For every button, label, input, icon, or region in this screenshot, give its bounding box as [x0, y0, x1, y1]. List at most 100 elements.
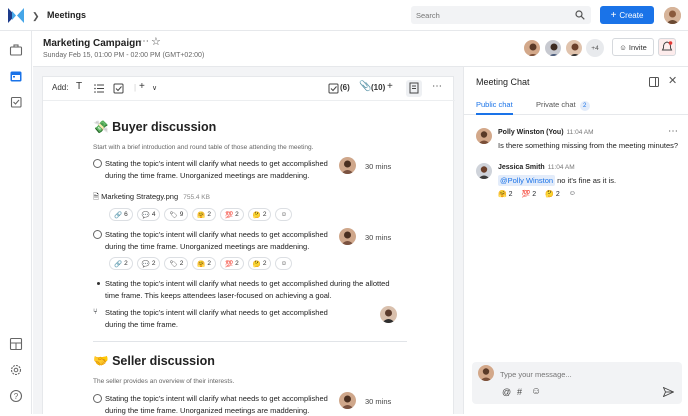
- chat-message[interactable]: Jessica Smith 11:04 AM @Polly Winston no …: [476, 163, 681, 205]
- mention-icon[interactable]: @: [502, 387, 511, 397]
- task-checkbox[interactable]: [93, 159, 102, 168]
- attached-file[interactable]: 🗎 Marketing Strategy.png 755.4 KB: [93, 191, 210, 204]
- add-reaction-button[interactable]: ☺: [275, 257, 293, 270]
- hundred-emoji-icon: 💯: [521, 191, 531, 198]
- tasks-count[interactable]: (6): [340, 83, 350, 92]
- briefcase-icon[interactable]: [9, 43, 23, 57]
- reaction-hundred[interactable]: 💯 2: [220, 257, 244, 270]
- mention-tag[interactable]: @Polly Winston: [498, 175, 556, 186]
- user-avatar[interactable]: [664, 7, 681, 24]
- more-participants-count[interactable]: +4: [586, 39, 604, 57]
- search-input[interactable]: [411, 6, 569, 24]
- item-assignee-avatar[interactable]: [380, 306, 397, 323]
- close-icon[interactable]: ✕: [668, 74, 677, 87]
- create-label: Create: [619, 10, 644, 20]
- reaction-row: 🔗 2 💬 2 🏷 2 🤗 2 💯 2 🤔 2 ☺: [109, 257, 293, 270]
- tag-count-chip[interactable]: 🏷 2: [164, 257, 189, 270]
- meeting-chat-panel: Meeting Chat ✕ Public chat Private chat 2…: [463, 67, 688, 414]
- agenda-task[interactable]: Stating the topic's intent will clarify …: [93, 393, 355, 415]
- sender-name: Jessica Smith 11:04 AM: [498, 164, 575, 171]
- emoji-icon[interactable]: ☺: [531, 386, 541, 397]
- chat-title: Meeting Chat: [476, 77, 530, 87]
- more-options-icon[interactable]: ⋯: [139, 36, 149, 47]
- sender-avatar[interactable]: [476, 128, 492, 144]
- tab-public-chat[interactable]: Public chat: [476, 100, 513, 115]
- create-button[interactable]: + Create: [600, 6, 654, 24]
- sender-avatar[interactable]: [476, 163, 492, 179]
- task-duration[interactable]: 30 mins: [365, 233, 391, 242]
- count: 2: [179, 260, 184, 267]
- chevron-down-icon[interactable]: ∨: [152, 84, 157, 92]
- toolbar-divider: |: [134, 83, 137, 92]
- file-icon: 🗎: [93, 192, 100, 201]
- participant-avatar[interactable]: [523, 39, 541, 57]
- hashtag-icon[interactable]: #: [517, 387, 522, 397]
- bullet-item[interactable]: Stating the topic's intent will clarify …: [97, 278, 397, 302]
- tab-private-chat[interactable]: Private chat 2: [536, 100, 590, 111]
- chat-message[interactable]: Polly Winston (You) 11:04 AM ⋯ Is there s…: [476, 126, 681, 158]
- reaction-thinking[interactable]: 🤔 2: [247, 208, 272, 221]
- plus-icon[interactable]: +: [139, 81, 145, 92]
- panel-toggle-icon[interactable]: [649, 77, 659, 87]
- notes-view-button[interactable]: [406, 80, 422, 97]
- hundred-emoji-icon: 💯: [225, 211, 234, 219]
- checkbox-tool-icon[interactable]: [113, 83, 124, 94]
- add-attachment-icon[interactable]: +: [387, 81, 393, 92]
- add-reaction-icon[interactable]: ☺: [569, 190, 576, 198]
- reaction-hug[interactable]: 🤗 2: [192, 257, 217, 270]
- paperclip-icon[interactable]: 📎: [359, 81, 371, 92]
- list-tool-icon[interactable]: [94, 83, 105, 94]
- gear-icon[interactable]: [9, 363, 23, 377]
- hug-emoji-icon: 🤗: [197, 260, 206, 268]
- agenda-branch-item[interactable]: ⑂ Stating the topic's intent will clarif…: [93, 307, 355, 331]
- message-more-icon[interactable]: ⋯: [668, 126, 678, 137]
- agenda-task[interactable]: Stating the topic's intent will clarify …: [93, 158, 355, 182]
- reaction-hug[interactable]: 🤗 2: [498, 190, 513, 198]
- send-icon[interactable]: [663, 387, 674, 397]
- app-logo-icon[interactable]: [8, 8, 24, 23]
- participant-avatar[interactable]: [565, 39, 583, 57]
- link-count-chip[interactable]: 🔗 6: [109, 208, 133, 221]
- tag-count-chip[interactable]: 🏷 9: [164, 208, 189, 221]
- tasks-count-icon[interactable]: [328, 83, 339, 94]
- search-icon[interactable]: [575, 10, 585, 20]
- comment-count-chip[interactable]: 💬 2: [136, 257, 161, 270]
- count: 2: [262, 211, 267, 218]
- task-assignee-avatar[interactable]: [339, 392, 356, 409]
- task-duration[interactable]: 30 mins: [365, 162, 391, 171]
- file-name: Marketing Strategy.png: [101, 192, 179, 201]
- tasks-icon[interactable]: [9, 95, 23, 109]
- participant-avatar[interactable]: [544, 39, 562, 57]
- layout-icon[interactable]: [9, 337, 23, 351]
- text-tool-icon[interactable]: T: [76, 81, 82, 92]
- message-input[interactable]: [500, 368, 670, 380]
- add-reaction-button[interactable]: ☺: [275, 208, 293, 221]
- breadcrumb-meetings[interactable]: Meetings: [47, 10, 86, 20]
- search-box[interactable]: [411, 6, 591, 24]
- meeting-title[interactable]: Marketing Campaign: [43, 38, 141, 49]
- task-assignee-avatar[interactable]: [339, 228, 356, 245]
- invite-label: Invite: [628, 42, 647, 52]
- notification-bell-button[interactable]: [658, 38, 676, 56]
- reaction-thinking[interactable]: 🤔 2: [247, 257, 272, 270]
- handshake-emoji-icon: 🤝: [93, 354, 109, 368]
- calendar-icon[interactable]: [9, 69, 23, 83]
- task-duration[interactable]: 30 mins: [365, 397, 391, 406]
- link-count-chip[interactable]: 🔗 2: [109, 257, 133, 270]
- help-icon[interactable]: ?: [9, 389, 23, 403]
- reaction-hundred[interactable]: 💯 2: [220, 208, 244, 221]
- comment-count-chip[interactable]: 💬 4: [136, 208, 161, 221]
- reaction-thinking[interactable]: 🤔 2: [545, 190, 560, 198]
- agenda-task[interactable]: Stating the topic's intent will clarify …: [93, 229, 355, 253]
- reaction-hundred[interactable]: 💯 2: [522, 190, 537, 198]
- invite-button[interactable]: ☺ Invite: [612, 38, 654, 56]
- task-assignee-avatar[interactable]: [339, 157, 356, 174]
- attachments-count[interactable]: (10): [371, 83, 385, 92]
- link-icon: 🔗: [114, 260, 123, 268]
- reaction-hug[interactable]: 🤗 2: [192, 208, 217, 221]
- more-icon[interactable]: ⋯: [432, 81, 442, 92]
- task-checkbox[interactable]: [93, 394, 102, 403]
- star-icon[interactable]: ☆: [151, 35, 161, 48]
- top-bar: ❯ Meetings + Create: [0, 0, 688, 31]
- task-checkbox[interactable]: [93, 230, 102, 239]
